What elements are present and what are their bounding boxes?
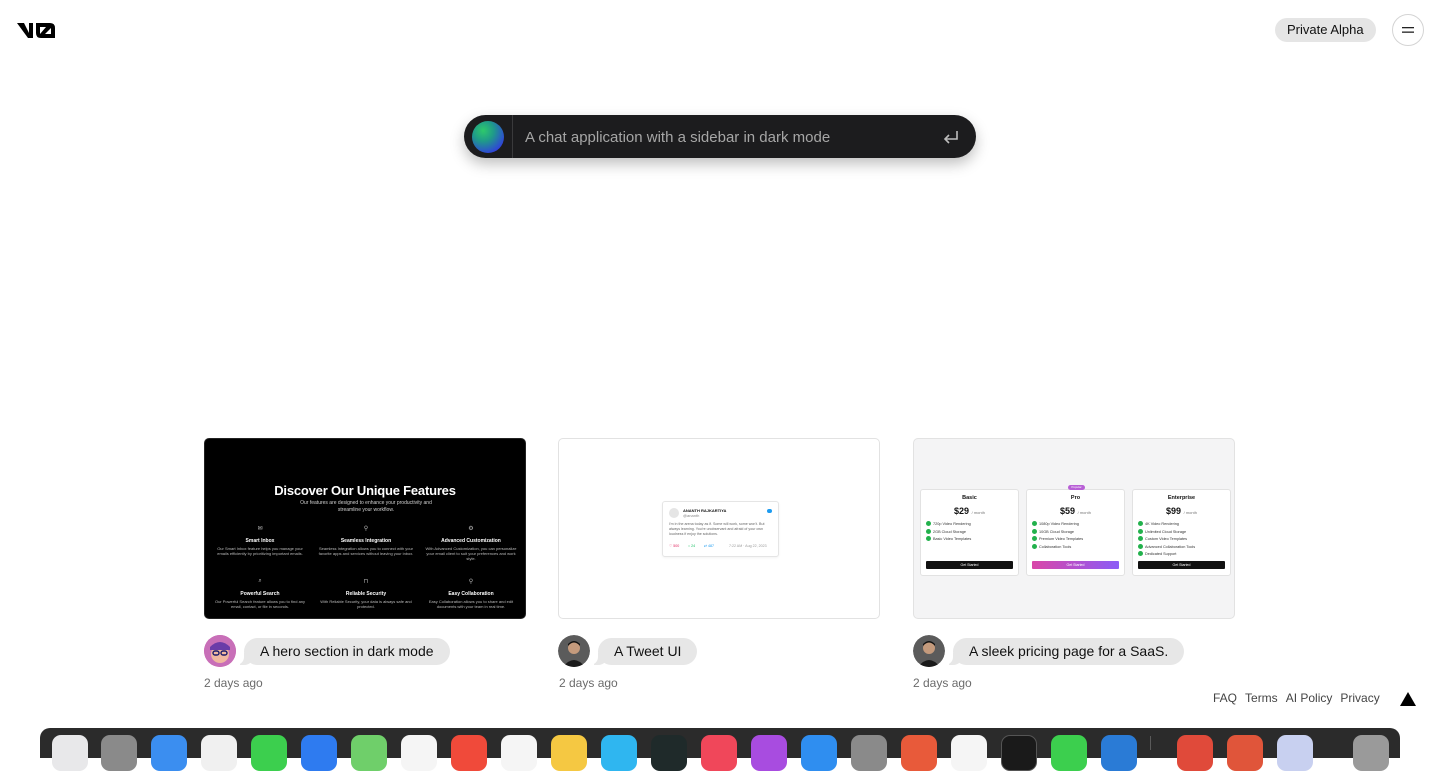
trash-icon[interactable] <box>1353 735 1389 771</box>
reply-count: ○ 24 <box>688 544 696 548</box>
settings-icon: ⚙ <box>468 526 474 532</box>
stocks-icon[interactable] <box>651 735 687 771</box>
prompt-input[interactable] <box>525 126 925 148</box>
preview-feature: ⚲ Seamless Integration Seamless Integrat… <box>318 526 414 556</box>
cartoon-avatar-icon <box>204 635 236 667</box>
preview-plan-pro: Popular Pro $59 / month 1080p Video Rend… <box>1026 485 1125 576</box>
preview-hero-subtitle: Our features are designed to enhance you… <box>300 500 432 513</box>
preview-icon[interactable] <box>1277 735 1313 771</box>
lock-icon: ⊓ <box>363 579 369 585</box>
preview-hero-title: Discover Our Unique Features <box>274 483 456 498</box>
preview-feature: ✉ Smart Inbox Our Smart Inbox feature he… <box>212 525 308 556</box>
brave-icon[interactable] <box>201 735 237 771</box>
avatar[interactable] <box>204 635 236 667</box>
system-settings-icon[interactable] <box>851 735 887 771</box>
v0-logo[interactable] <box>16 20 58 40</box>
example-card-pricing[interactable]: Basic $29 / month 720p Video Rendering 2… <box>913 438 1235 619</box>
app-icon[interactable] <box>1227 735 1263 771</box>
preview-plan-enterprise: Enterprise $99 / month 4K Video Renderin… <box>1132 489 1231 576</box>
notes-icon[interactable] <box>551 735 587 771</box>
mail-icon[interactable] <box>301 735 337 771</box>
prompt-divider <box>512 115 513 158</box>
preview-feature: ⚙ Advanced Customization With Advanced C… <box>423 525 519 561</box>
example-caption[interactable]: A sleek pricing page for a SaaS. <box>944 638 1185 665</box>
freeform-icon[interactable] <box>601 735 637 771</box>
private-alpha-badge[interactable]: Private Alpha <box>1275 18 1376 42</box>
page: Private Alpha Discover Our Unique Featur… <box>0 0 1440 722</box>
avatar-orb[interactable] <box>472 121 504 153</box>
timestamp: 2 days ago <box>559 676 618 690</box>
example-caption[interactable]: A hero section in dark mode <box>236 638 450 665</box>
preview-feature: ⚲ Easy Collaboration Easy Collaboration … <box>423 578 519 609</box>
calendar-icon[interactable] <box>451 735 487 771</box>
terminal-icon[interactable] <box>1001 735 1037 771</box>
whatsapp-icon[interactable] <box>1051 735 1087 771</box>
integration-icon: ⚲ <box>363 526 369 532</box>
avatar[interactable] <box>558 635 590 667</box>
podcasts-icon[interactable] <box>751 735 787 771</box>
footer-link-faq[interactable]: FAQ <box>1213 691 1237 705</box>
photos-icon[interactable] <box>401 735 437 771</box>
vscode-icon[interactable] <box>1101 735 1137 771</box>
preview-tweet: ANANTH RAJKARTIYA @ananth I'm in the are… <box>662 501 779 557</box>
app-store-icon[interactable] <box>801 735 837 771</box>
footer-link-privacy[interactable]: Privacy <box>1340 691 1379 705</box>
timestamp: 2 days ago <box>913 676 972 690</box>
vercel-triangle-icon[interactable] <box>1400 692 1416 706</box>
tweet-handle: @ananth <box>683 513 700 518</box>
avatar <box>669 508 679 518</box>
users-icon: ⚲ <box>468 579 474 585</box>
search-icon: ⌕ <box>258 578 262 584</box>
safari-icon[interactable] <box>151 735 187 771</box>
chrome-icon[interactable] <box>1177 735 1213 771</box>
menu-icon <box>1402 27 1414 33</box>
maps-icon[interactable] <box>351 735 387 771</box>
avatar[interactable] <box>913 635 945 667</box>
enter-icon[interactable] <box>942 128 960 146</box>
example-caption[interactable]: A Tweet UI <box>589 638 698 665</box>
messages-icon[interactable] <box>251 735 287 771</box>
like-count: ♡ 500 <box>669 544 680 548</box>
menu-button[interactable] <box>1392 14 1424 46</box>
footer-link-terms[interactable]: Terms <box>1245 691 1278 705</box>
retweet-count: ⇄ 487 <box>704 544 715 548</box>
inbox-icon: ✉ <box>257 526 263 532</box>
launchpad-icon[interactable] <box>101 735 137 771</box>
twitter-bird-icon <box>767 509 772 513</box>
preview-feature: ⊓ Reliable Security With Reliable Securi… <box>318 578 414 609</box>
music-icon[interactable] <box>701 735 737 771</box>
finder-icon[interactable] <box>52 735 88 771</box>
example-card-tweet[interactable]: ANANTH RAJKARTIYA @ananth I'm in the are… <box>558 438 880 619</box>
user-photo-icon <box>913 635 945 667</box>
footer-links: FAQ Terms AI Policy Privacy <box>1213 691 1380 705</box>
prompt-bar <box>464 115 976 158</box>
timestamp: 2 days ago <box>204 676 263 690</box>
tweet-date: 7:22 AM · Aug 22, 2023 <box>729 544 767 548</box>
tweet-text: I'm in the arena today as if. Some will … <box>669 522 765 536</box>
preview-feature: ⌕ Powerful Search Our Powerful Search fe… <box>212 578 308 609</box>
reminders-icon[interactable] <box>501 735 537 771</box>
preview-plan-basic: Basic $29 / month 720p Video Rendering 2… <box>920 489 1019 576</box>
macos-dock <box>40 728 1400 771</box>
user-photo-icon <box>558 635 590 667</box>
figma-icon[interactable] <box>901 735 937 771</box>
instruments-icon[interactable] <box>951 735 987 771</box>
footer-link-ai-policy[interactable]: AI Policy <box>1286 691 1333 705</box>
example-card-hero[interactable]: Discover Our Unique Features Our feature… <box>204 438 526 619</box>
